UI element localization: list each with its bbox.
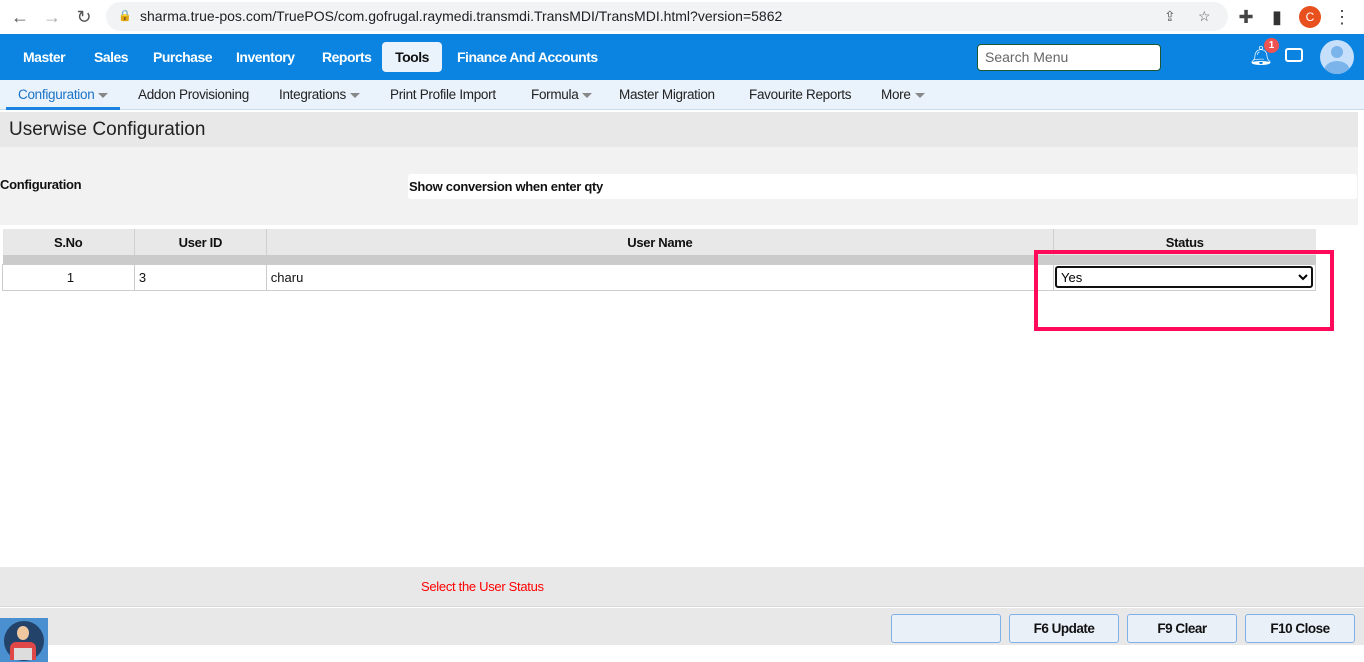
nav-master[interactable]: Master bbox=[12, 42, 76, 72]
blank-button[interactable] bbox=[891, 614, 1001, 643]
share-icon[interactable]: ⇪ bbox=[1164, 2, 1176, 31]
highlight-box bbox=[1034, 250, 1334, 331]
config-label: Configuration bbox=[0, 177, 82, 192]
subnav-master-migration[interactable]: Master Migration bbox=[619, 80, 715, 110]
menu-kebab-icon[interactable]: ⋮ bbox=[1330, 5, 1354, 29]
status-bar: Select the User Status bbox=[0, 567, 1364, 607]
col-user-id: User ID bbox=[134, 229, 267, 255]
nav-inventory[interactable]: Inventory bbox=[225, 42, 306, 72]
subnav-integrations[interactable]: Integrations bbox=[279, 80, 360, 110]
close-button[interactable]: F10 Close bbox=[1245, 614, 1355, 643]
col-sno: S.No bbox=[2, 229, 135, 255]
cell-user-id: 3 bbox=[133, 263, 267, 291]
support-chat-icon[interactable] bbox=[0, 618, 48, 662]
extensions-icon[interactable]: ✚ bbox=[1234, 5, 1258, 29]
action-bar: F6 Update F9 Clear F10 Close bbox=[0, 608, 1364, 645]
cell-user-name: charu bbox=[265, 263, 1054, 291]
notification-badge: 1 bbox=[1264, 38, 1279, 53]
browser-toolbar: ← → ↻ 🔒 sharma.true-pos.com/TruePOS/com.… bbox=[0, 0, 1364, 34]
subnav-print-profile-import[interactable]: Print Profile Import bbox=[390, 80, 496, 110]
config-section: Configuration Show conversion when enter… bbox=[0, 147, 1358, 225]
chevron-down-icon bbox=[349, 92, 360, 98]
sub-nav: Configuration Addon Provisioning Integra… bbox=[0, 80, 1364, 110]
main-nav: Master Sales Purchase Inventory Reports … bbox=[0, 34, 1364, 80]
chevron-down-icon bbox=[914, 92, 925, 98]
nav-purchase[interactable]: Purchase bbox=[142, 42, 223, 72]
url-text: sharma.true-pos.com/TruePOS/com.gofrugal… bbox=[140, 8, 783, 24]
printer-icon[interactable] bbox=[1285, 48, 1303, 62]
nav-reports[interactable]: Reports bbox=[311, 42, 382, 72]
nav-sales[interactable]: Sales bbox=[83, 42, 139, 72]
chevron-down-icon bbox=[582, 92, 593, 98]
subnav-more[interactable]: More bbox=[881, 80, 925, 110]
status-message: Select the User Status bbox=[421, 579, 544, 594]
page-title: Userwise Configuration bbox=[0, 112, 1358, 147]
lock-icon: 🔒 bbox=[118, 10, 132, 22]
address-bar[interactable]: 🔒 sharma.true-pos.com/TruePOS/com.gofrug… bbox=[106, 2, 1228, 31]
subnav-addon-provisioning[interactable]: Addon Provisioning bbox=[138, 80, 249, 110]
subnav-configuration[interactable]: Configuration bbox=[6, 80, 121, 110]
config-value: Show conversion when enter qty bbox=[408, 174, 1357, 199]
forward-icon[interactable]: → bbox=[40, 5, 64, 29]
update-button[interactable]: F6 Update bbox=[1009, 614, 1119, 643]
col-user-name: User Name bbox=[266, 229, 1054, 255]
bookmark-star-icon[interactable]: ☆ bbox=[1198, 2, 1211, 31]
profile-avatar[interactable]: C bbox=[1299, 6, 1321, 28]
chevron-down-icon bbox=[98, 92, 109, 98]
clear-button[interactable]: F9 Clear bbox=[1127, 614, 1237, 643]
search-menu-input[interactable]: Search Menu bbox=[977, 44, 1161, 71]
back-icon[interactable]: ← bbox=[8, 5, 32, 29]
user-avatar[interactable] bbox=[1320, 40, 1354, 74]
reload-icon[interactable]: ↻ bbox=[72, 5, 96, 29]
nav-finance[interactable]: Finance And Accounts bbox=[446, 42, 609, 72]
nav-tools[interactable]: Tools bbox=[382, 42, 442, 72]
subnav-formula[interactable]: Formula bbox=[531, 80, 593, 110]
subnav-favourite-reports[interactable]: Favourite Reports bbox=[749, 80, 852, 110]
cell-sno: 1 bbox=[2, 263, 135, 291]
side-panel-icon[interactable]: ▮ bbox=[1265, 5, 1289, 29]
